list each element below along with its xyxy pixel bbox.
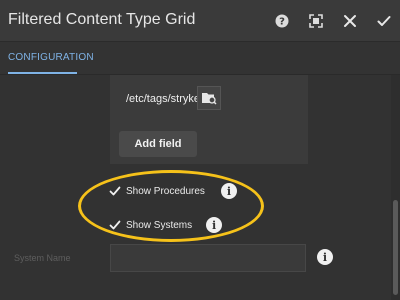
show-procedures-checkbox[interactable]: Show Procedures i (108, 183, 237, 199)
help-icon[interactable]: ? (272, 11, 292, 31)
add-field-button[interactable]: Add field (119, 131, 197, 157)
scrollbar-thumb[interactable] (393, 200, 398, 295)
checkmark-icon[interactable] (108, 184, 122, 198)
folder-browse-icon[interactable] (197, 86, 221, 110)
fullscreen-icon[interactable] (306, 11, 326, 31)
checkmark-icon[interactable] (374, 11, 394, 31)
checkmark-icon[interactable] (108, 218, 122, 232)
info-icon[interactable]: i (317, 249, 333, 265)
close-icon[interactable] (340, 11, 360, 31)
active-tab-indicator (8, 72, 77, 74)
show-systems-checkbox[interactable]: Show Systems i (108, 217, 223, 233)
tab-configuration[interactable]: CONFIGURATION (8, 52, 94, 63)
tab-bar: CONFIGURATION (0, 42, 400, 75)
dialog-title: Filtered Content Type Grid (8, 11, 196, 28)
info-icon[interactable]: i (206, 217, 223, 233)
system-name-label: System Name (14, 253, 71, 263)
tag-path-value[interactable]: /etc/tags/stryker, (126, 93, 206, 105)
info-icon[interactable]: i (220, 183, 237, 199)
checkbox-label: Show Systems (126, 219, 193, 231)
system-name-input[interactable] (110, 244, 306, 272)
checkbox-label: Show Procedures (126, 185, 205, 197)
svg-text:?: ? (279, 17, 285, 28)
dialog-header: Filtered Content Type Grid ? (0, 0, 400, 42)
